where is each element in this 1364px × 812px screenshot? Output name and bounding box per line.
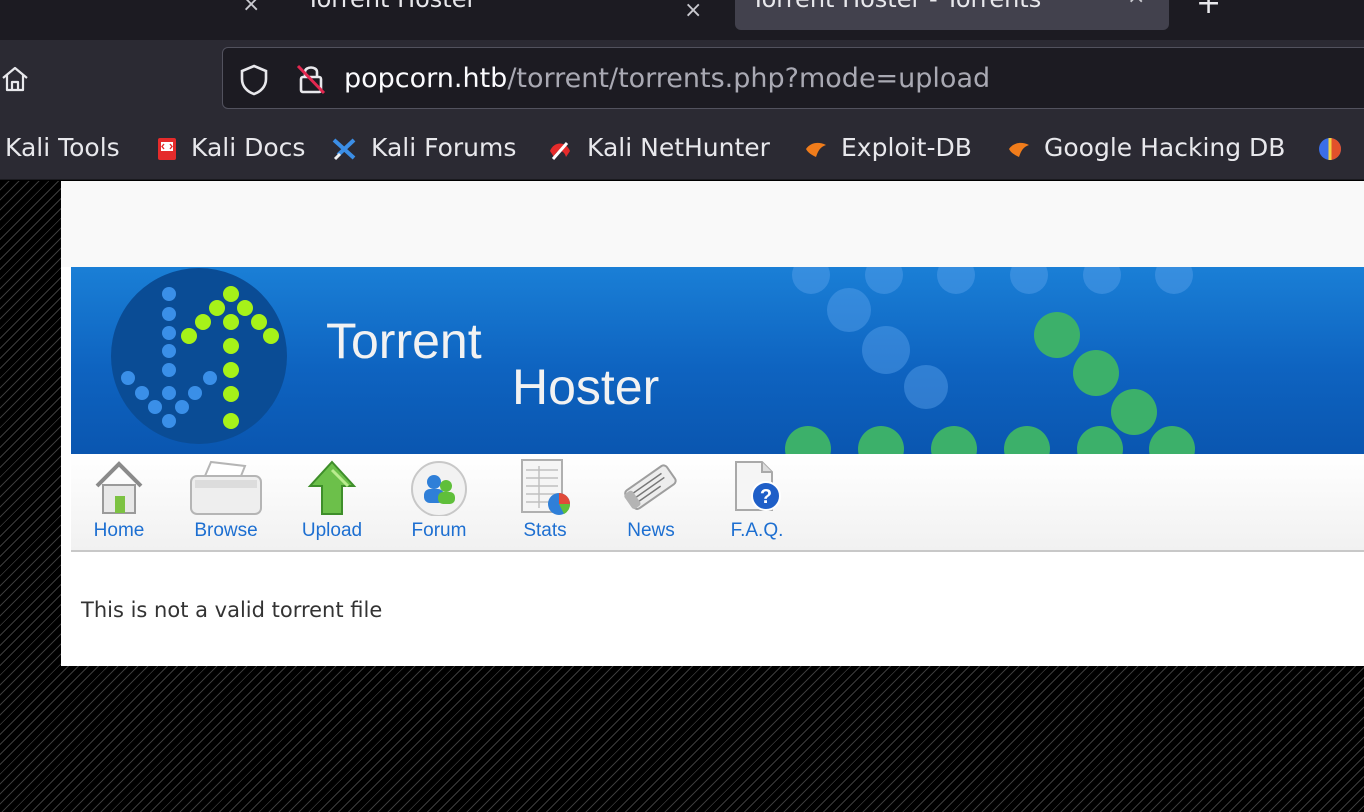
- faq-icon: ?: [735, 461, 781, 511]
- exploit-db-icon: [806, 142, 826, 157]
- menu-label: Forum: [411, 520, 467, 541]
- tab-torrent-hoster-torrents[interactable]: Torrent Hoster - Torrents ×: [735, 0, 1169, 30]
- kali-nethunter-icon: [550, 142, 570, 160]
- tab-torrent-hoster[interactable]: Torrent Hoster: [290, 0, 710, 30]
- home-icon[interactable]: [0, 64, 30, 94]
- menu-item-faq[interactable]: ? F.A.Q.: [724, 458, 790, 542]
- menu-label: Stats: [523, 520, 567, 541]
- svg-text:?: ?: [760, 486, 772, 508]
- home-icon: [95, 461, 143, 514]
- upload-error-message: This is not a valid torrent file: [81, 598, 383, 622]
- new-tab-button[interactable]: +: [1196, 0, 1221, 21]
- close-tab-icon[interactable]: ×: [1127, 0, 1145, 10]
- url-text[interactable]: popcorn.htb/torrent/torrents.php?mode=up…: [344, 60, 990, 98]
- kali-forums-icon: [332, 138, 356, 161]
- kali-docs-icon: [158, 138, 176, 160]
- menu-label: Upload: [301, 520, 363, 541]
- browse-icon: [190, 460, 262, 515]
- menu-label: Home: [93, 520, 145, 541]
- bookmark-kali-tools[interactable]: Kali Tools: [5, 130, 120, 166]
- bookmark-exploit-db[interactable]: Exploit-DB: [841, 130, 972, 166]
- menu-label: Browse: [194, 520, 258, 541]
- shield-icon[interactable]: [238, 63, 270, 97]
- page-top-strip: [61, 181, 1364, 267]
- site-title-torrent: Torrent: [326, 313, 482, 369]
- upload-icon: [307, 460, 357, 515]
- tab-title: Torrent Hoster: [306, 0, 476, 12]
- menu-item-browse[interactable]: Browse: [186, 458, 266, 542]
- tab-title: Torrent Hoster - Torrents: [751, 0, 1041, 12]
- menu-label: F.A.Q.: [730, 520, 784, 541]
- bookmark-kali-docs[interactable]: Kali Docs: [191, 130, 305, 166]
- menu-item-upload[interactable]: Upload: [296, 458, 368, 542]
- url-path: /torrent/torrents.php?mode=upload: [507, 63, 991, 94]
- bookmark-kali-nethunter[interactable]: Kali NetHunter: [587, 130, 770, 166]
- menu-item-stats[interactable]: Stats: [512, 458, 578, 542]
- insecure-lock-icon[interactable]: [295, 62, 327, 96]
- banner-decoration: [111, 267, 1195, 454]
- news-icon: [624, 464, 677, 510]
- bookmark-kali-forums[interactable]: Kali Forums: [371, 130, 516, 166]
- offsec-icon[interactable]: [1318, 137, 1342, 161]
- site-title-hoster: Hoster: [512, 359, 660, 415]
- forum-icon: [411, 461, 467, 516]
- site-banner: [71, 267, 1364, 454]
- google-hacking-db-icon: [1009, 142, 1029, 157]
- menu-item-forum[interactable]: Forum: [404, 458, 474, 542]
- menu-item-home[interactable]: Home: [88, 458, 150, 542]
- close-tab-icon[interactable]: ×: [242, 0, 260, 17]
- tab-bar: × Torrent Hoster × Torrent Hoster - Torr…: [0, 0, 1364, 40]
- stats-icon: [521, 459, 571, 515]
- bookmark-google-hacking-db[interactable]: Google Hacking DB: [1044, 130, 1285, 166]
- url-host: popcorn.htb: [344, 63, 508, 94]
- menu-label: News: [627, 520, 675, 541]
- menu-item-news[interactable]: News: [620, 458, 682, 542]
- close-tab-icon[interactable]: ×: [684, 0, 702, 23]
